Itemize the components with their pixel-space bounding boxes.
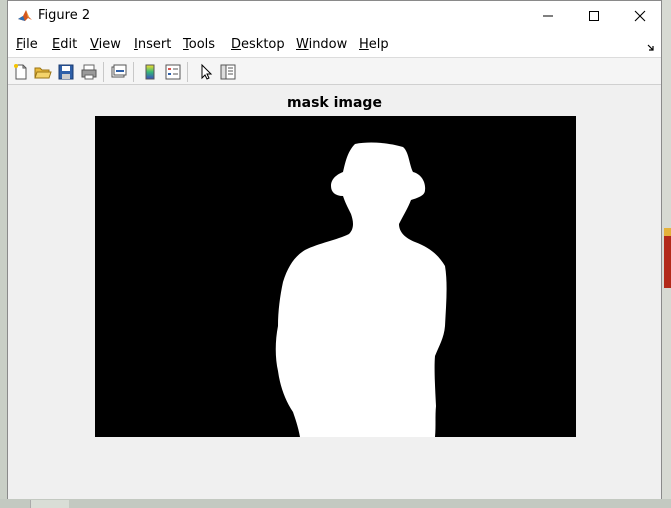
menu-view[interactable]: View xyxy=(90,37,121,52)
figure-window: Figure 2 File Edit View Insert Tools Des… xyxy=(7,0,662,499)
menu-window[interactable]: Window xyxy=(296,37,347,52)
menu-edit[interactable]: Edit xyxy=(52,37,77,52)
close-icon xyxy=(634,10,646,22)
dock-arrow-icon[interactable] xyxy=(647,39,655,51)
figure-canvas: mask image xyxy=(8,85,661,499)
insert-colorbar-icon[interactable] xyxy=(141,63,159,81)
new-figure-icon[interactable] xyxy=(12,63,30,81)
maximize-icon xyxy=(589,11,599,21)
figure-toolbar xyxy=(8,57,661,85)
matlab-logo-icon xyxy=(17,8,33,24)
maximize-button[interactable] xyxy=(571,1,617,31)
menu-tools[interactable]: Tools xyxy=(183,37,215,52)
desktop-background-detail xyxy=(664,236,671,288)
menu-bar: File Edit View Insert Tools Desktop Wind… xyxy=(8,31,661,57)
desktop-taskbar-item xyxy=(30,500,69,508)
menu-desktop[interactable]: Desktop xyxy=(231,37,285,52)
menu-file[interactable]: File xyxy=(16,37,38,52)
menu-help[interactable]: Help xyxy=(359,37,389,52)
menu-insert[interactable]: Insert xyxy=(134,37,171,52)
window-title: Figure 2 xyxy=(38,8,91,23)
mask-silhouette xyxy=(95,116,576,438)
property-inspector-icon[interactable] xyxy=(219,63,237,81)
desktop-taskbar-edge xyxy=(0,499,671,508)
title-bar[interactable]: Figure 2 xyxy=(8,1,661,31)
open-file-icon[interactable] xyxy=(34,63,52,81)
save-figure-icon[interactable] xyxy=(57,63,75,81)
edit-plot-icon[interactable] xyxy=(197,63,215,81)
close-button[interactable] xyxy=(617,1,663,31)
toolbar-separator xyxy=(103,62,104,82)
print-figure-icon[interactable] xyxy=(80,63,98,81)
insert-legend-icon[interactable] xyxy=(164,63,182,81)
minimize-button[interactable] xyxy=(525,1,571,31)
mask-image xyxy=(95,116,576,438)
toolbar-separator xyxy=(133,62,134,82)
link-plot-icon[interactable] xyxy=(110,63,128,81)
toolbar-separator xyxy=(187,62,188,82)
minimize-icon xyxy=(543,15,553,17)
plot-title: mask image xyxy=(287,95,382,111)
